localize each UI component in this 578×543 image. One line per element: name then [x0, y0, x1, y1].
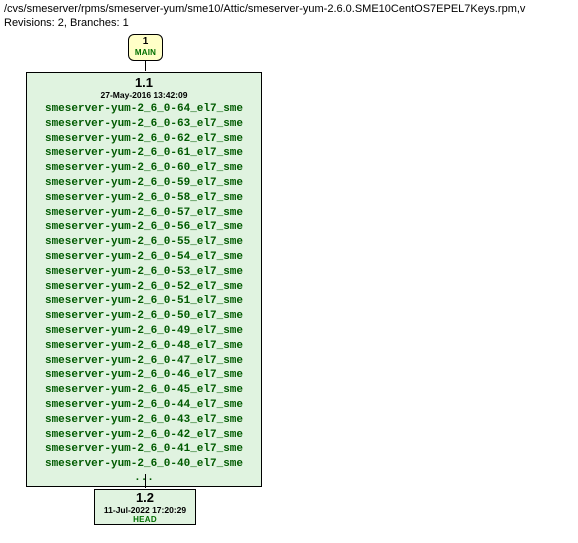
revision-tag: smeserver-yum-2_6_0-46_el7_sme [33, 368, 255, 383]
revision-tag: smeserver-yum-2_6_0-61_el7_sme [33, 146, 255, 161]
revision-head-label: HEAD [95, 515, 195, 524]
revision-tag: smeserver-yum-2_6_0-60_el7_sme [33, 161, 255, 176]
revision-date-1-1: 27-May-2016 13:42:09 [33, 90, 255, 100]
revision-tag: smeserver-yum-2_6_0-49_el7_sme [33, 324, 255, 339]
revisions-branches-meta: Revisions: 2, Branches: 1 [4, 16, 574, 30]
revision-tag: smeserver-yum-2_6_0-55_el7_sme [33, 235, 255, 250]
revision-tag: smeserver-yum-2_6_0-52_el7_sme [33, 280, 255, 295]
revision-tag: smeserver-yum-2_6_0-45_el7_sme [33, 383, 255, 398]
branch-node-main: 1 MAIN [128, 34, 163, 61]
connector-11-to-12 [145, 474, 146, 488]
revision-tag: smeserver-yum-2_6_0-51_el7_sme [33, 294, 255, 309]
revision-tag: smeserver-yum-2_6_0-54_el7_sme [33, 250, 255, 265]
revision-tag: smeserver-yum-2_6_0-64_el7_sme [33, 102, 255, 117]
revision-tag: smeserver-yum-2_6_0-56_el7_sme [33, 220, 255, 235]
revision-number-1-2: 1.2 [95, 491, 195, 505]
page-root: /cvs/smeserver/rpms/smeserver-yum/sme10/… [0, 0, 578, 543]
header-block: /cvs/smeserver/rpms/smeserver-yum/sme10/… [0, 0, 578, 30]
revision-tag: smeserver-yum-2_6_0-58_el7_sme [33, 191, 255, 206]
revision-tag: smeserver-yum-2_6_0-44_el7_sme [33, 398, 255, 413]
revision-tag: smeserver-yum-2_6_0-47_el7_sme [33, 354, 255, 369]
revision-tag: smeserver-yum-2_6_0-62_el7_sme [33, 132, 255, 147]
revision-number-1-1: 1.1 [33, 75, 255, 90]
connector-main-to-11 [145, 61, 146, 71]
tags-ellipsis: ... [33, 472, 255, 484]
revision-tag: smeserver-yum-2_6_0-40_el7_sme [33, 457, 255, 472]
revision-tag: smeserver-yum-2_6_0-42_el7_sme [33, 428, 255, 443]
revision-date-1-2: 11-Jul-2022 17:20:29 [95, 505, 195, 515]
revision-tag: smeserver-yum-2_6_0-57_el7_sme [33, 206, 255, 221]
file-path: /cvs/smeserver/rpms/smeserver-yum/sme10/… [4, 2, 574, 16]
revision-tags-list-1-1: smeserver-yum-2_6_0-64_el7_smesmeserver-… [33, 102, 255, 472]
revision-tag: smeserver-yum-2_6_0-41_el7_sme [33, 442, 255, 457]
revision-tag: smeserver-yum-2_6_0-59_el7_sme [33, 176, 255, 191]
revision-tag: smeserver-yum-2_6_0-53_el7_sme [33, 265, 255, 280]
revision-tag: smeserver-yum-2_6_0-43_el7_sme [33, 413, 255, 428]
revision-tag: smeserver-yum-2_6_0-50_el7_sme [33, 309, 255, 324]
revision-tag: smeserver-yum-2_6_0-48_el7_sme [33, 339, 255, 354]
revision-node-1-2: 1.2 11-Jul-2022 17:20:29 HEAD [94, 489, 196, 525]
revision-node-1-1: 1.1 27-May-2016 13:42:09 smeserver-yum-2… [26, 72, 262, 487]
revision-tag: smeserver-yum-2_6_0-63_el7_sme [33, 117, 255, 132]
branch-node-label: MAIN [129, 47, 162, 59]
